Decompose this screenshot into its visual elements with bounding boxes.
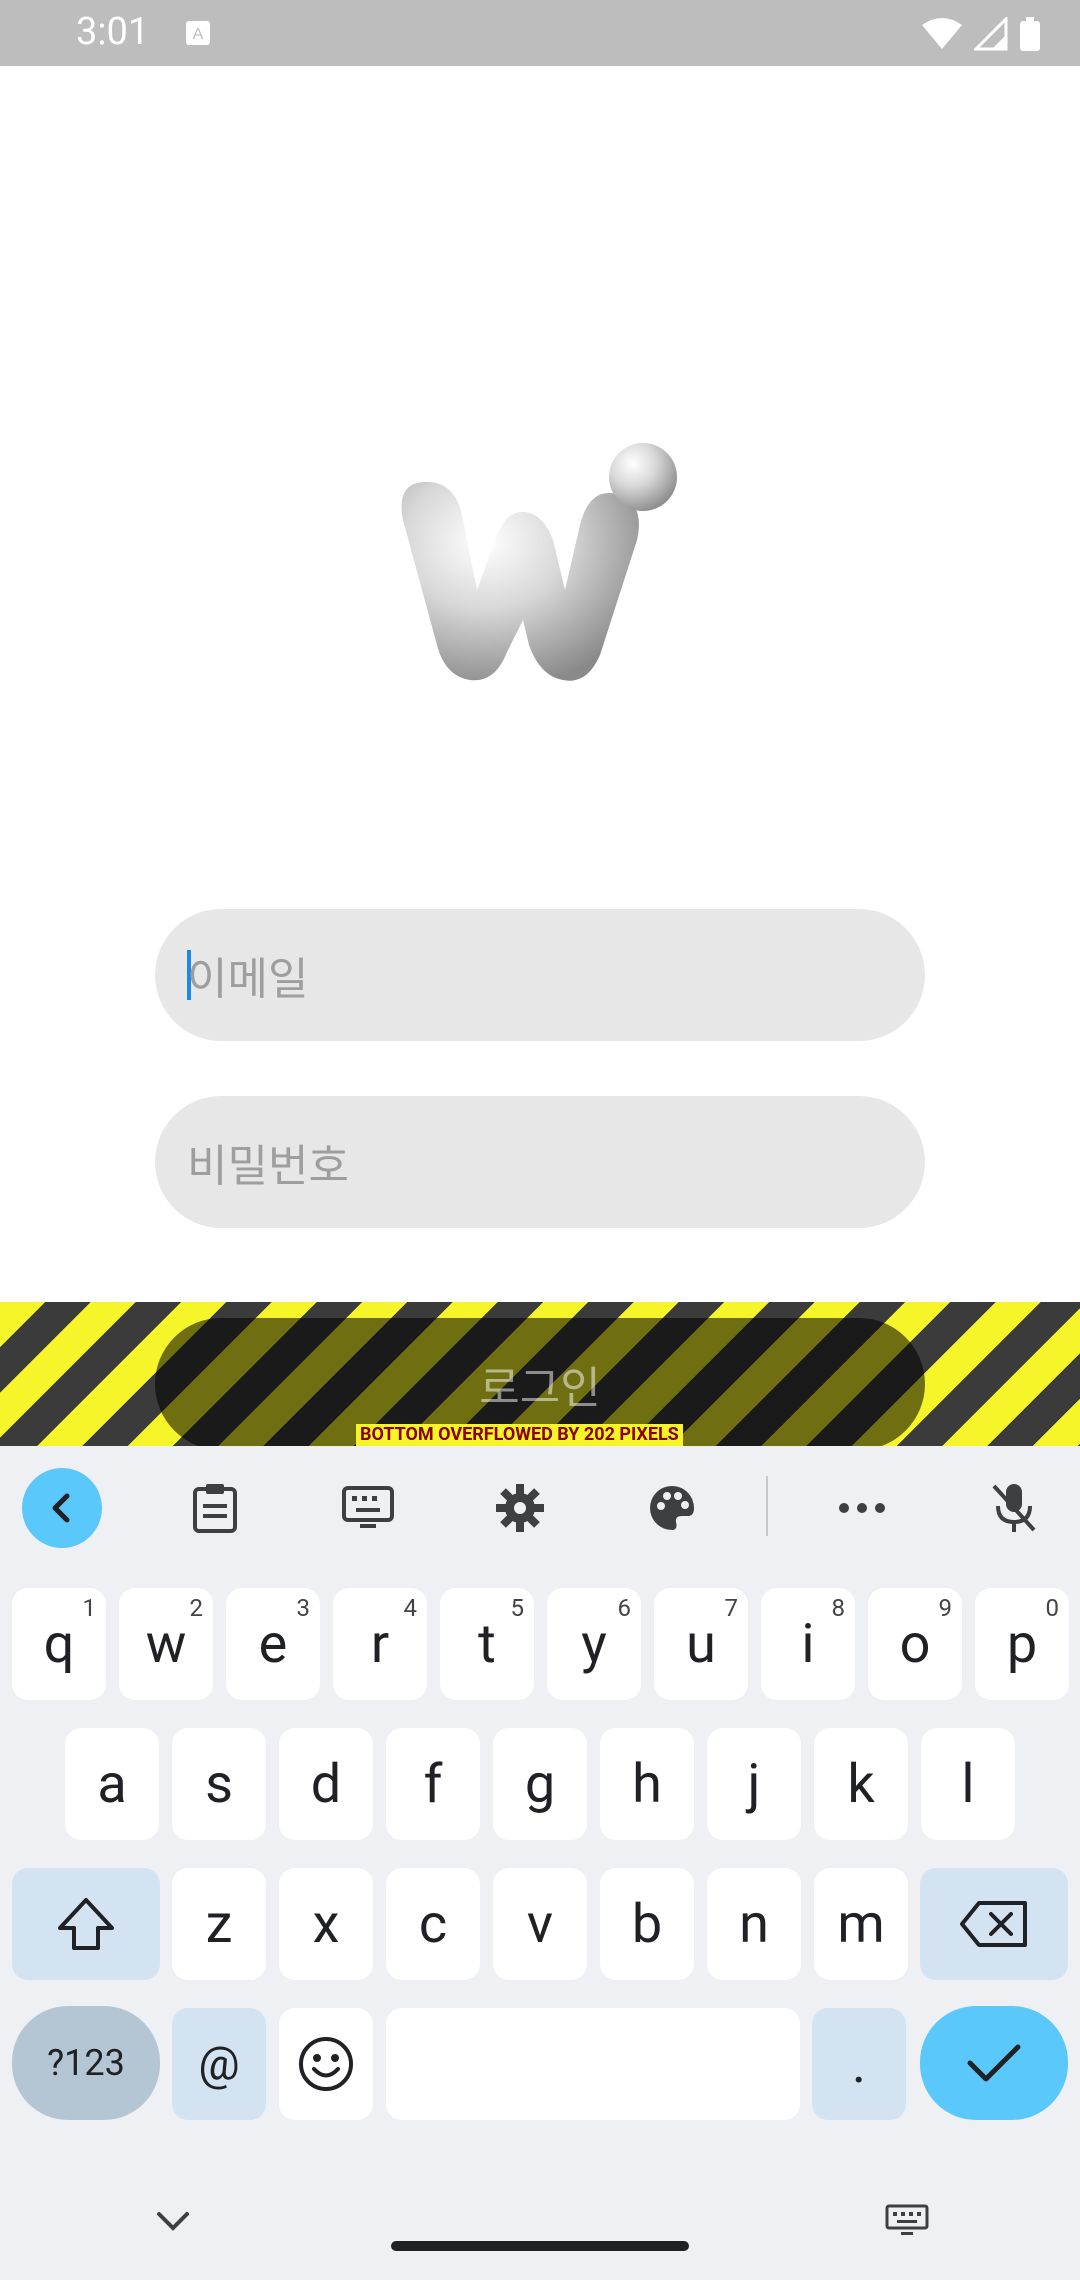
key-hint: 2 — [189, 1594, 204, 1622]
key-m[interactable]: m — [814, 1868, 908, 1980]
key-z[interactable]: z — [172, 1868, 266, 1980]
smiley-icon — [299, 2037, 353, 2091]
backspace-icon — [960, 1901, 1027, 1947]
battery-icon — [1020, 17, 1040, 51]
toolbar-divider — [766, 1476, 768, 1536]
done-key[interactable] — [920, 2006, 1068, 2120]
key-i[interactable]: i8 — [761, 1588, 855, 1700]
password-placeholder: 비밀번호 — [187, 1140, 349, 1192]
soft-keyboard: q1 w2 e3 r4 t5 y6 u7 i8 o9 p0 a s d f g … — [0, 1446, 1080, 2280]
more-options-icon[interactable] — [822, 1468, 902, 1548]
key-t[interactable]: t5 — [440, 1588, 534, 1700]
gear-icon[interactable] — [480, 1468, 560, 1548]
keyboard-switch-icon[interactable] — [885, 2204, 929, 2236]
key-p[interactable]: p0 — [975, 1588, 1069, 1700]
key-g[interactable]: g — [493, 1728, 587, 1840]
chevron-left-icon[interactable] — [22, 1468, 102, 1548]
space-key[interactable] — [386, 2008, 800, 2120]
keyboard-toolbar — [0, 1446, 1080, 1566]
clipboard-icon[interactable] — [175, 1468, 255, 1548]
key-hint: 0 — [1045, 1594, 1060, 1622]
key-hint: 4 — [403, 1594, 418, 1622]
backspace-key[interactable] — [920, 1868, 1068, 1980]
key-hint: 8 — [831, 1594, 846, 1622]
key-r[interactable]: r4 — [333, 1588, 427, 1700]
signal-icon — [974, 17, 1008, 51]
key-label: r — [370, 1612, 390, 1676]
key-x[interactable]: x — [279, 1868, 373, 1980]
app-logo — [401, 443, 677, 681]
key-label: e — [258, 1612, 288, 1676]
key-u[interactable]: u7 — [654, 1588, 748, 1700]
key-hint: 7 — [724, 1594, 739, 1622]
status-icons — [922, 16, 1040, 52]
symbols-key[interactable]: ?123 — [12, 2006, 160, 2120]
key-hint: 5 — [510, 1594, 525, 1622]
key-label: t — [478, 1612, 496, 1676]
key-d[interactable]: d — [279, 1728, 373, 1840]
key-label: q — [43, 1612, 75, 1676]
key-v[interactable]: v — [493, 1868, 587, 1980]
key-o[interactable]: o9 — [868, 1588, 962, 1700]
checkmark-icon — [967, 2044, 1021, 2082]
shift-key[interactable] — [12, 1868, 160, 1980]
status-bar: 3:01 A — [0, 0, 1080, 66]
key-hint: 3 — [296, 1594, 311, 1622]
key-j[interactable]: j — [707, 1728, 801, 1840]
key-label: u — [686, 1612, 716, 1676]
key-hint: 6 — [617, 1594, 632, 1622]
chevron-down-icon[interactable] — [156, 2210, 190, 2234]
period-key[interactable]: . — [812, 2008, 906, 2120]
navigation-bar — [0, 2180, 1080, 2280]
key-label: p — [1006, 1612, 1038, 1676]
key-y[interactable]: y6 — [547, 1588, 641, 1700]
status-time: 3:01 — [76, 10, 150, 54]
palette-icon[interactable] — [632, 1468, 712, 1548]
login-label: 로그인 — [479, 1362, 601, 1414]
home-indicator[interactable] — [391, 2241, 689, 2251]
key-h[interactable]: h — [600, 1728, 694, 1840]
svg-text:A: A — [193, 26, 204, 43]
app-notification-icon: A — [186, 21, 210, 45]
key-l[interactable]: l — [921, 1728, 1015, 1840]
at-key[interactable]: @ — [172, 2008, 266, 2120]
key-n[interactable]: n — [707, 1868, 801, 1980]
key-f[interactable]: f — [386, 1728, 480, 1840]
password-field[interactable]: 비밀번호 — [155, 1096, 925, 1228]
email-field[interactable]: 이메일 — [155, 909, 925, 1041]
key-label: o — [899, 1612, 931, 1676]
overflow-warning-text: BOTTOM OVERFLOWED BY 202 PIXELS — [356, 1424, 683, 1446]
key-label: w — [145, 1612, 187, 1676]
key-label: y — [581, 1612, 607, 1676]
key-hint: 1 — [82, 1594, 97, 1622]
key-label: i — [801, 1612, 815, 1676]
key-s[interactable]: s — [172, 1728, 266, 1840]
key-w[interactable]: w2 — [119, 1588, 213, 1700]
key-hint: 9 — [938, 1594, 953, 1622]
key-b[interactable]: b — [600, 1868, 694, 1980]
keyboard-layout-icon[interactable] — [328, 1468, 408, 1548]
key-c[interactable]: c — [386, 1868, 480, 1980]
shift-icon — [58, 1898, 114, 1950]
wifi-icon — [922, 18, 962, 49]
overflow-warning-stripes: 로그인 BOTTOM OVERFLOWED BY 202 PIXELS — [0, 1302, 1080, 1446]
mic-off-icon[interactable] — [974, 1468, 1054, 1548]
emoji-key[interactable] — [279, 2008, 373, 2120]
key-a[interactable]: a — [65, 1728, 159, 1840]
key-e[interactable]: e3 — [226, 1588, 320, 1700]
key-k[interactable]: k — [814, 1728, 908, 1840]
email-placeholder: 이메일 — [187, 953, 309, 1005]
key-q[interactable]: q1 — [12, 1588, 106, 1700]
